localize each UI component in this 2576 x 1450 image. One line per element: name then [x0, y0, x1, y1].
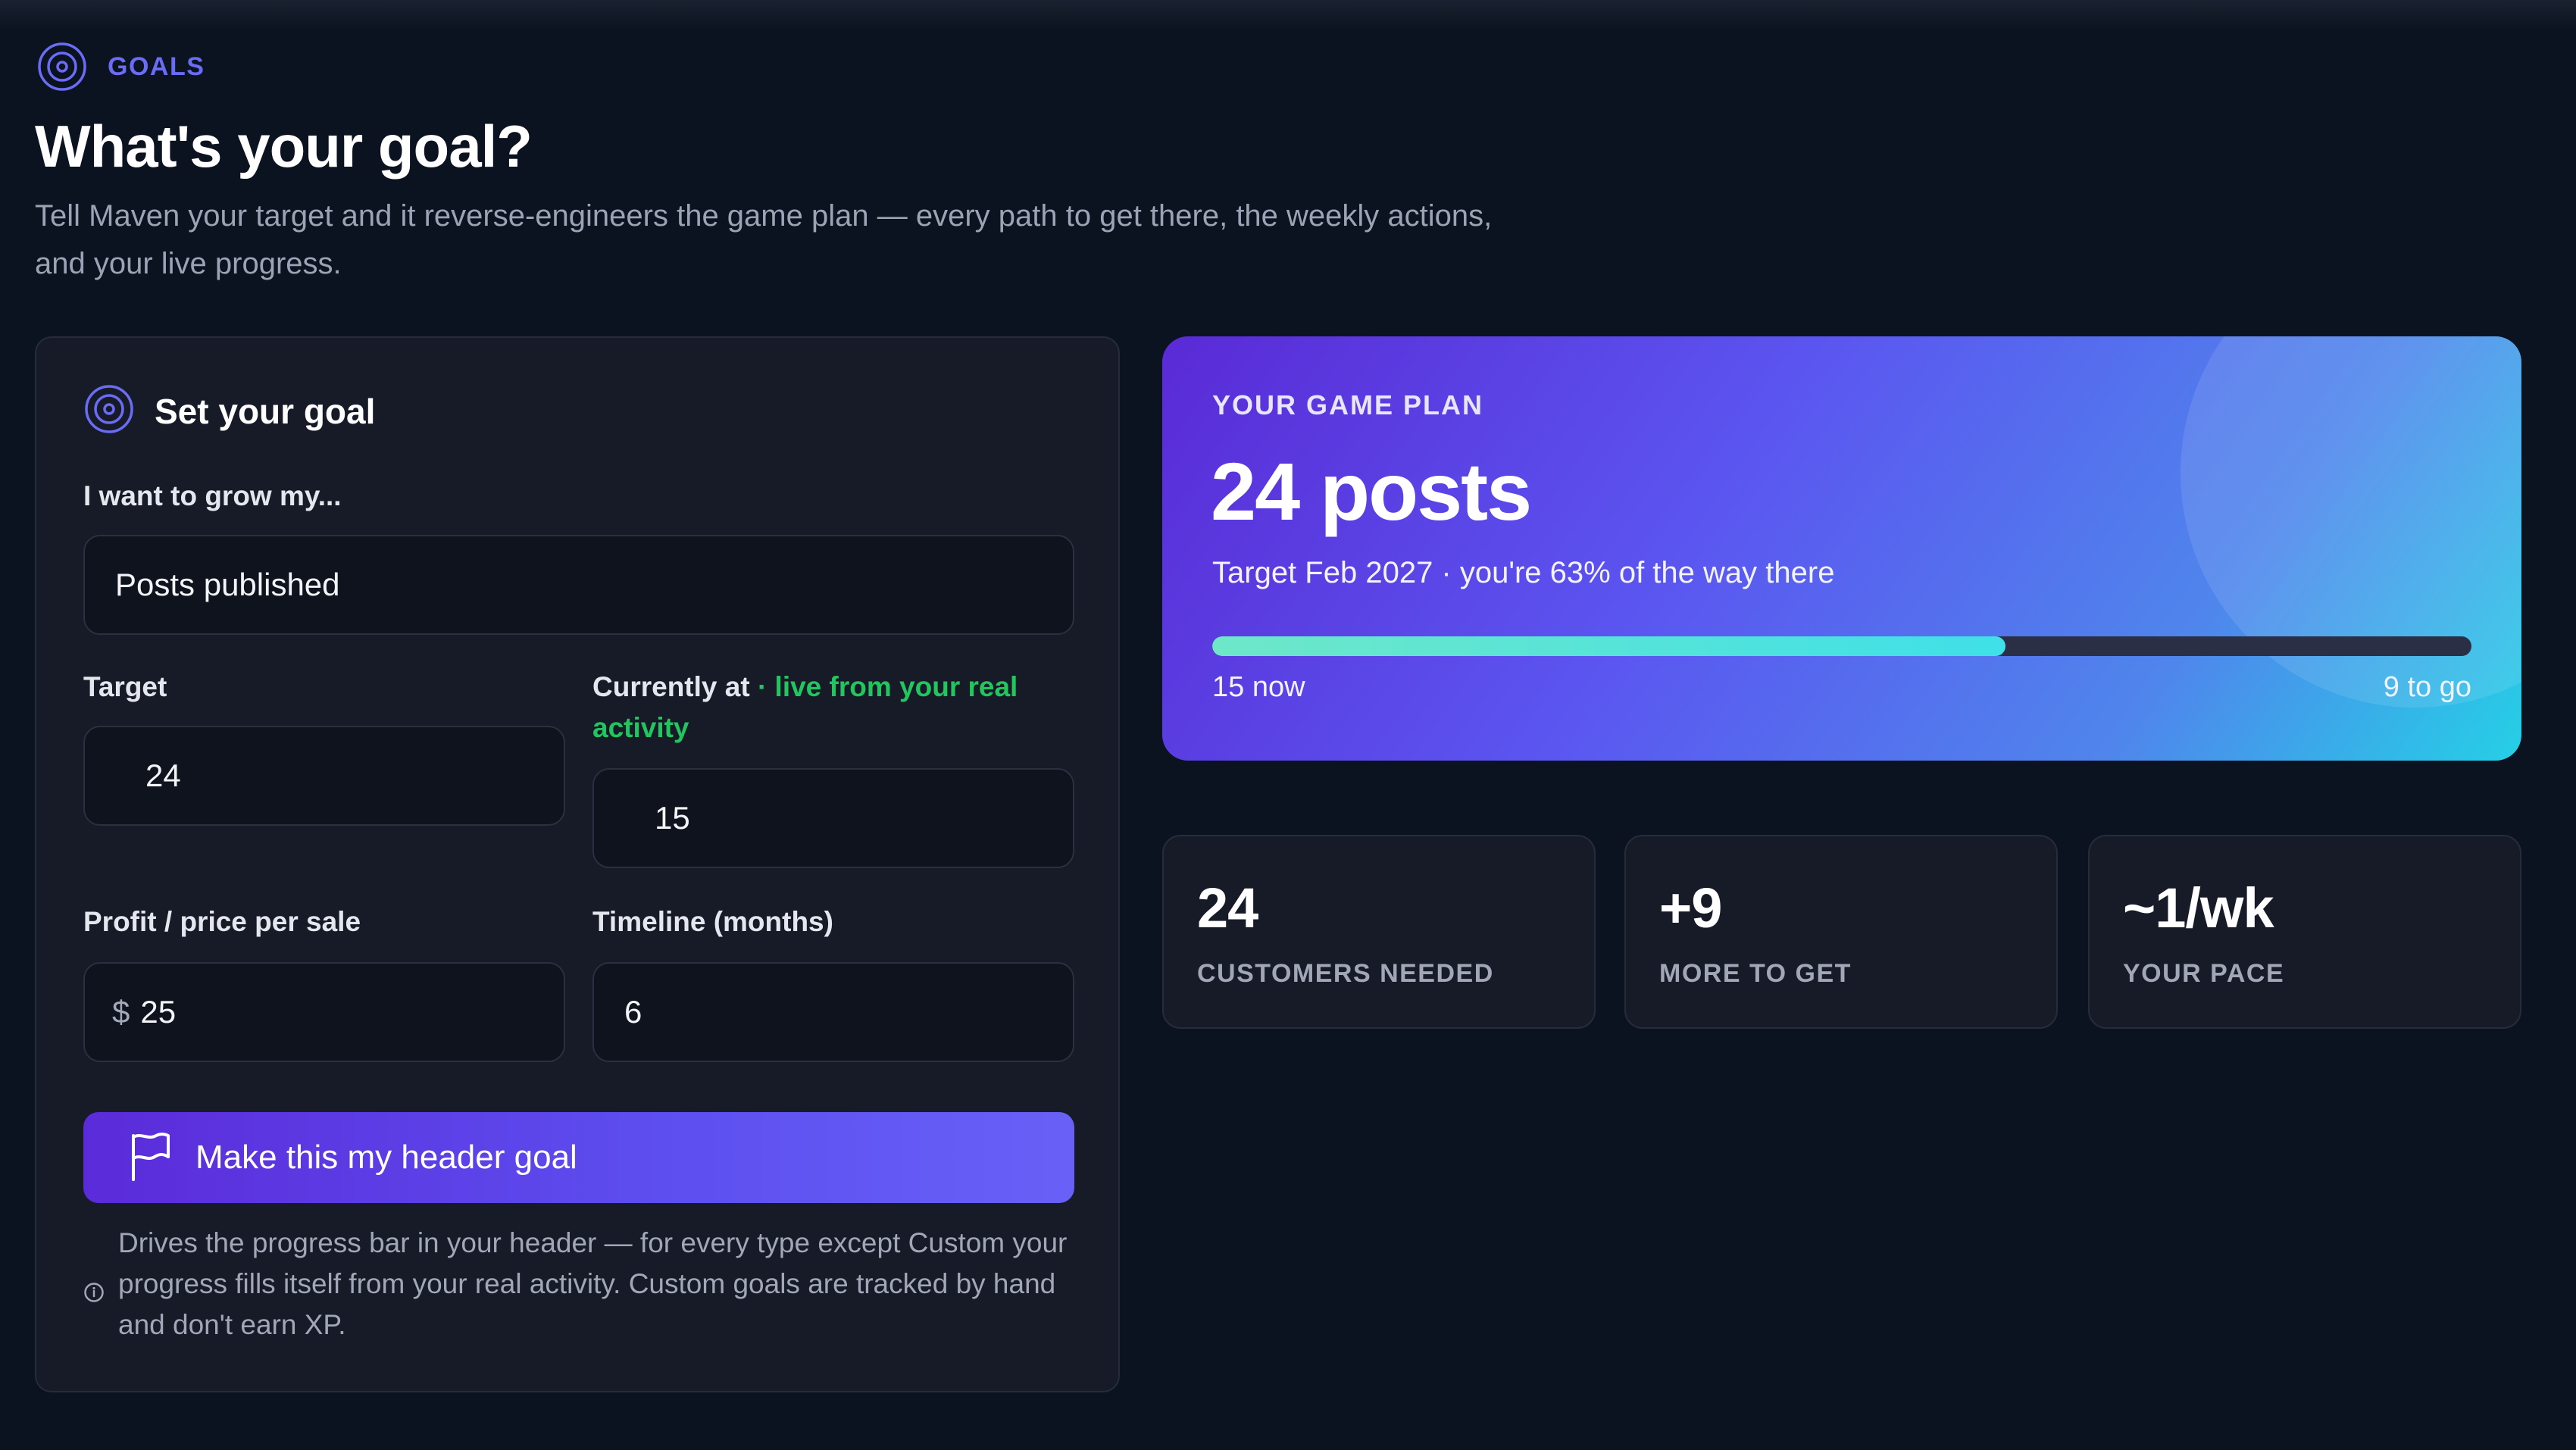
- make-header-goal-label: Make this my header goal: [195, 1139, 577, 1176]
- price-input[interactable]: $ 25: [83, 962, 565, 1062]
- game-plan-card: YOUR GAME PLAN 24 posts Target Feb 2027 …: [1162, 336, 2521, 761]
- progress-now-label: 15 now: [1212, 671, 1305, 703]
- game-plan-headline: 24 posts: [1211, 445, 1532, 537]
- stat-card-customers-needed: 24 CUSTOMERS NEEDED: [1162, 835, 1596, 1029]
- price-label: Profit / price per sale: [83, 906, 361, 937]
- stat-label: YOUR PACE: [2123, 959, 2285, 988]
- stat-card-more-to-get: +9 MORE TO GET: [1624, 835, 2058, 1029]
- section-label: GOALS: [108, 52, 205, 81]
- section-eyebrow: GOALS: [36, 41, 205, 92]
- current-input[interactable]: 15: [592, 768, 1074, 868]
- target-value: 24: [145, 758, 181, 793]
- stat-value: +9: [1659, 877, 1722, 939]
- info-icon: [83, 1282, 105, 1345]
- current-label-text: Currently at: [592, 671, 750, 702]
- flag-icon: [127, 1131, 173, 1185]
- page-title: What's your goal?: [35, 113, 533, 180]
- stat-value: ~1/wk: [2123, 877, 2274, 939]
- header-goal-note: Drives the progress bar in your header —…: [83, 1223, 1083, 1345]
- grow-label: I want to grow my...: [83, 480, 342, 511]
- progress-to-go-label: 9 to go: [2383, 671, 2471, 703]
- stat-card-your-pace: ~1/wk YOUR PACE: [2088, 835, 2521, 1029]
- goal-form-title: Set your goal: [155, 391, 376, 431]
- timeline-label: Timeline (months): [592, 906, 833, 937]
- target-input[interactable]: 24: [83, 726, 565, 826]
- price-value: 25: [140, 994, 177, 1030]
- game-plan-subtitle: Target Feb 2027 · you're 63% of the way …: [1212, 556, 1835, 589]
- page-subtitle: Tell Maven your target and it reverse-en…: [35, 199, 1493, 280]
- timeline-value: 6: [624, 994, 642, 1030]
- target-icon: [83, 383, 135, 439]
- header-goal-note-text: Drives the progress bar in your header —…: [118, 1227, 1068, 1340]
- grow-metric-value: Posts published: [115, 567, 340, 602]
- make-header-goal-button[interactable]: Make this my header goal: [83, 1112, 1074, 1203]
- goal-progress-bar: [1212, 636, 2471, 656]
- current-label: Currently at · live from your real activ…: [592, 667, 1077, 748]
- target-icon: [36, 41, 88, 92]
- current-value: 15: [655, 800, 690, 836]
- stat-label: MORE TO GET: [1659, 959, 1852, 988]
- goal-form-header: Set your goal: [83, 383, 375, 439]
- grow-metric-select[interactable]: Posts published: [83, 535, 1074, 635]
- currency-prefix: $: [112, 994, 130, 1030]
- game-plan-eyebrow: YOUR GAME PLAN: [1212, 389, 1484, 420]
- stat-value: 24: [1197, 877, 1258, 939]
- goal-form-card: Set your goal I want to grow my... Posts…: [35, 336, 1120, 1392]
- top-shade: [0, 0, 2576, 30]
- target-label: Target: [83, 671, 167, 702]
- timeline-input[interactable]: 6: [592, 962, 1074, 1062]
- stat-label: CUSTOMERS NEEDED: [1197, 959, 1494, 988]
- goal-progress-fill: [1212, 636, 2006, 656]
